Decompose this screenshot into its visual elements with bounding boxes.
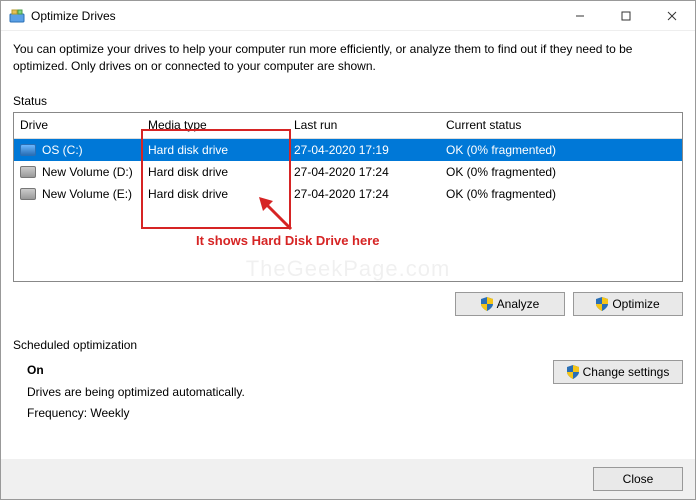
- col-last[interactable]: Last run: [294, 118, 446, 132]
- scheduled-desc: Drives are being optimized automatically…: [27, 382, 533, 402]
- drive-icon: [20, 144, 36, 156]
- cell-last: 27-04-2020 17:19: [294, 143, 446, 157]
- cell-status: OK (0% fragmented): [446, 143, 682, 157]
- table-header: Drive Media type Last run Current status: [14, 113, 682, 139]
- optimize-drives-icon: [9, 8, 25, 24]
- col-status[interactable]: Current status: [446, 118, 682, 132]
- cell-last: 27-04-2020 17:24: [294, 187, 446, 201]
- table-row[interactable]: New Volume (D:) Hard disk drive27-04-2020…: [14, 161, 682, 183]
- close-button[interactable]: Close: [593, 467, 683, 491]
- table-row[interactable]: OS (C:) Hard disk drive27-04-2020 17:19OK…: [14, 139, 682, 161]
- window-title: Optimize Drives: [31, 9, 557, 23]
- cell-drive: New Volume (E:): [20, 187, 148, 201]
- cell-drive: New Volume (D:): [20, 165, 148, 179]
- shield-icon: [596, 297, 608, 311]
- titlebar: Optimize Drives: [1, 1, 695, 31]
- action-buttons: Analyze Optimize: [13, 292, 683, 316]
- scheduled-info: On Drives are being optimized automatica…: [27, 360, 533, 423]
- cell-drive: OS (C:): [20, 143, 148, 157]
- close-label: Close: [623, 472, 654, 486]
- col-drive[interactable]: Drive: [20, 118, 148, 132]
- change-settings-button[interactable]: Change settings: [553, 360, 683, 384]
- analyze-label: Analyze: [497, 297, 540, 311]
- drive-name: New Volume (E:): [42, 187, 132, 201]
- cell-media: Hard disk drive: [148, 187, 294, 201]
- window-controls: [557, 1, 695, 31]
- close-window-button[interactable]: [649, 1, 695, 31]
- cell-media: Hard disk drive: [148, 143, 294, 157]
- bottom-bar: Close: [1, 459, 695, 499]
- cell-last: 27-04-2020 17:24: [294, 165, 446, 179]
- drive-icon: [20, 188, 36, 200]
- shield-icon: [567, 365, 579, 379]
- scheduled-label: Scheduled optimization: [13, 338, 683, 352]
- maximize-button[interactable]: [603, 1, 649, 31]
- optimize-button[interactable]: Optimize: [573, 292, 683, 316]
- optimize-label: Optimize: [612, 297, 659, 311]
- intro-text: You can optimize your drives to help you…: [13, 41, 683, 76]
- table-row[interactable]: New Volume (E:) Hard disk drive27-04-2020…: [14, 183, 682, 205]
- scheduled-freq: Frequency: Weekly: [27, 403, 533, 423]
- shield-icon: [481, 297, 493, 311]
- drive-icon: [20, 166, 36, 178]
- cell-media: Hard disk drive: [148, 165, 294, 179]
- analyze-button[interactable]: Analyze: [455, 292, 565, 316]
- status-label: Status: [13, 94, 683, 108]
- scheduled-on: On: [27, 360, 533, 380]
- drive-name: OS (C:): [42, 143, 83, 157]
- minimize-button[interactable]: [557, 1, 603, 31]
- cell-status: OK (0% fragmented): [446, 165, 682, 179]
- cell-status: OK (0% fragmented): [446, 187, 682, 201]
- drives-table: Drive Media type Last run Current status…: [13, 112, 683, 282]
- change-settings-label: Change settings: [583, 365, 670, 379]
- drive-name: New Volume (D:): [42, 165, 133, 179]
- col-media[interactable]: Media type: [148, 118, 294, 132]
